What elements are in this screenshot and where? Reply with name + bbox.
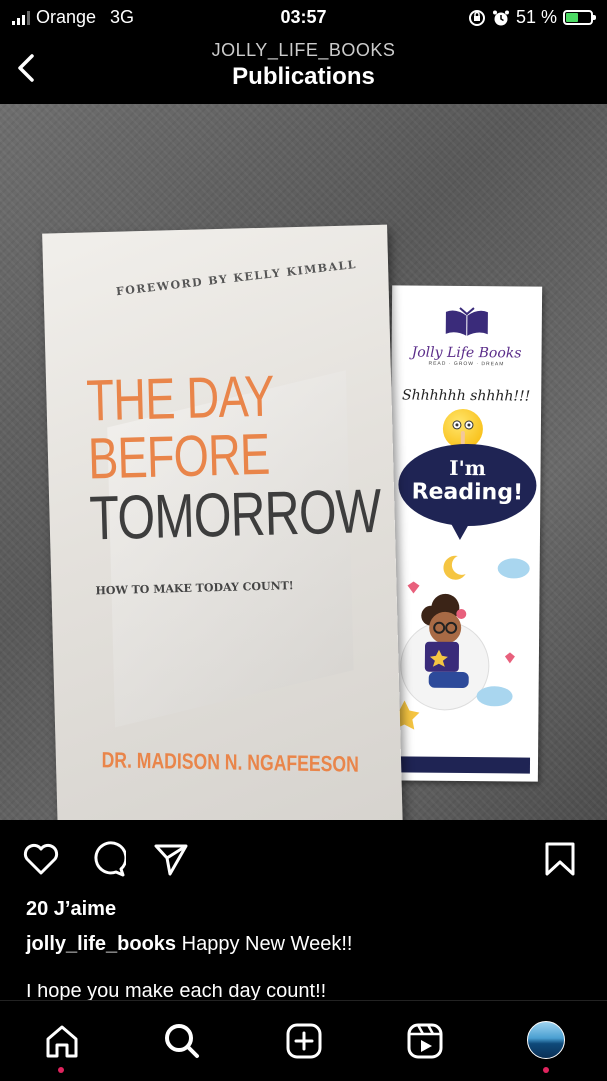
bookmark-logo: Jolly Life Books READ · GROW · DREAM [391, 305, 542, 367]
caption-continuation: I hope you make each day count!! [26, 984, 326, 1000]
home-notification-dot [58, 1067, 64, 1073]
book-title-line3: TOMORROW [88, 476, 382, 554]
open-book-logo-icon [445, 307, 488, 337]
home-icon[interactable] [42, 1021, 82, 1061]
tab-bar [0, 1000, 607, 1081]
comment-icon[interactable] [88, 840, 126, 878]
caption-text: Happy New Week!! [181, 933, 353, 955]
share-icon[interactable] [152, 840, 190, 878]
navigation-bar: JOLLY_LIFE_BOOKS Publications [0, 34, 607, 104]
bookmark-footer-band [395, 756, 531, 774]
bubble-line1: I'm [449, 455, 486, 481]
post-actions [0, 820, 607, 892]
bookmark-icon[interactable] [541, 840, 579, 878]
battery-charging-icon [563, 10, 596, 25]
book-foreword: FOREWORD BY KELLY KIMBALL [115, 257, 358, 299]
page-title: Publications [232, 63, 375, 90]
book-author: DR. MADISON N. NGAFEESON [101, 747, 359, 777]
bookmark-shh-text: Shhhhhh shhhh!!! [401, 387, 531, 405]
reels-icon[interactable] [405, 1021, 445, 1061]
caption-line2: I hope you make each day count!! [26, 984, 327, 1000]
profile-notification-dot [543, 1067, 549, 1073]
heart-icon[interactable] [22, 840, 60, 878]
speech-bubble: I'm Reading! [398, 443, 537, 527]
status-bar: Orange 3G 03:57 51 % [0, 0, 607, 34]
girl-reading-illustration [394, 555, 530, 730]
search-icon[interactable] [162, 1021, 202, 1061]
avatar [527, 1021, 565, 1059]
battery-level [566, 13, 578, 22]
account-name: JOLLY_LIFE_BOOKS [211, 40, 396, 60]
profile-avatar[interactable] [527, 1021, 567, 1061]
bookmark-card: Jolly Life Books READ · GROW · DREAM Shh… [387, 285, 543, 782]
post-image[interactable]: Jolly Life Books READ · GROW · DREAM Shh… [0, 104, 607, 820]
book-title: THE DAY BEFORE TOMORROW [85, 363, 382, 554]
caption-username[interactable]: jolly_life_books [26, 933, 176, 955]
post-caption: jolly_life_books Happy New Week!! [26, 933, 352, 956]
bubble-line2: Reading! [411, 479, 524, 506]
book-cover: FOREWORD BY KELLY KIMBALL THE DAY BEFORE… [42, 224, 403, 820]
orientation-lock-icon [468, 9, 485, 26]
create-icon[interactable] [284, 1021, 324, 1061]
alarm-icon [492, 10, 509, 25]
nav-titles: JOLLY_LIFE_BOOKS Publications [0, 40, 607, 91]
battery-percent: 51 % [515, 7, 557, 27]
likes-count[interactable]: 20 J’aime [26, 898, 116, 921]
bookmark-brand: Jolly Life Books [411, 344, 522, 362]
book-title-line1: THE DAY [85, 363, 275, 434]
status-right: 51 % [468, 7, 596, 28]
